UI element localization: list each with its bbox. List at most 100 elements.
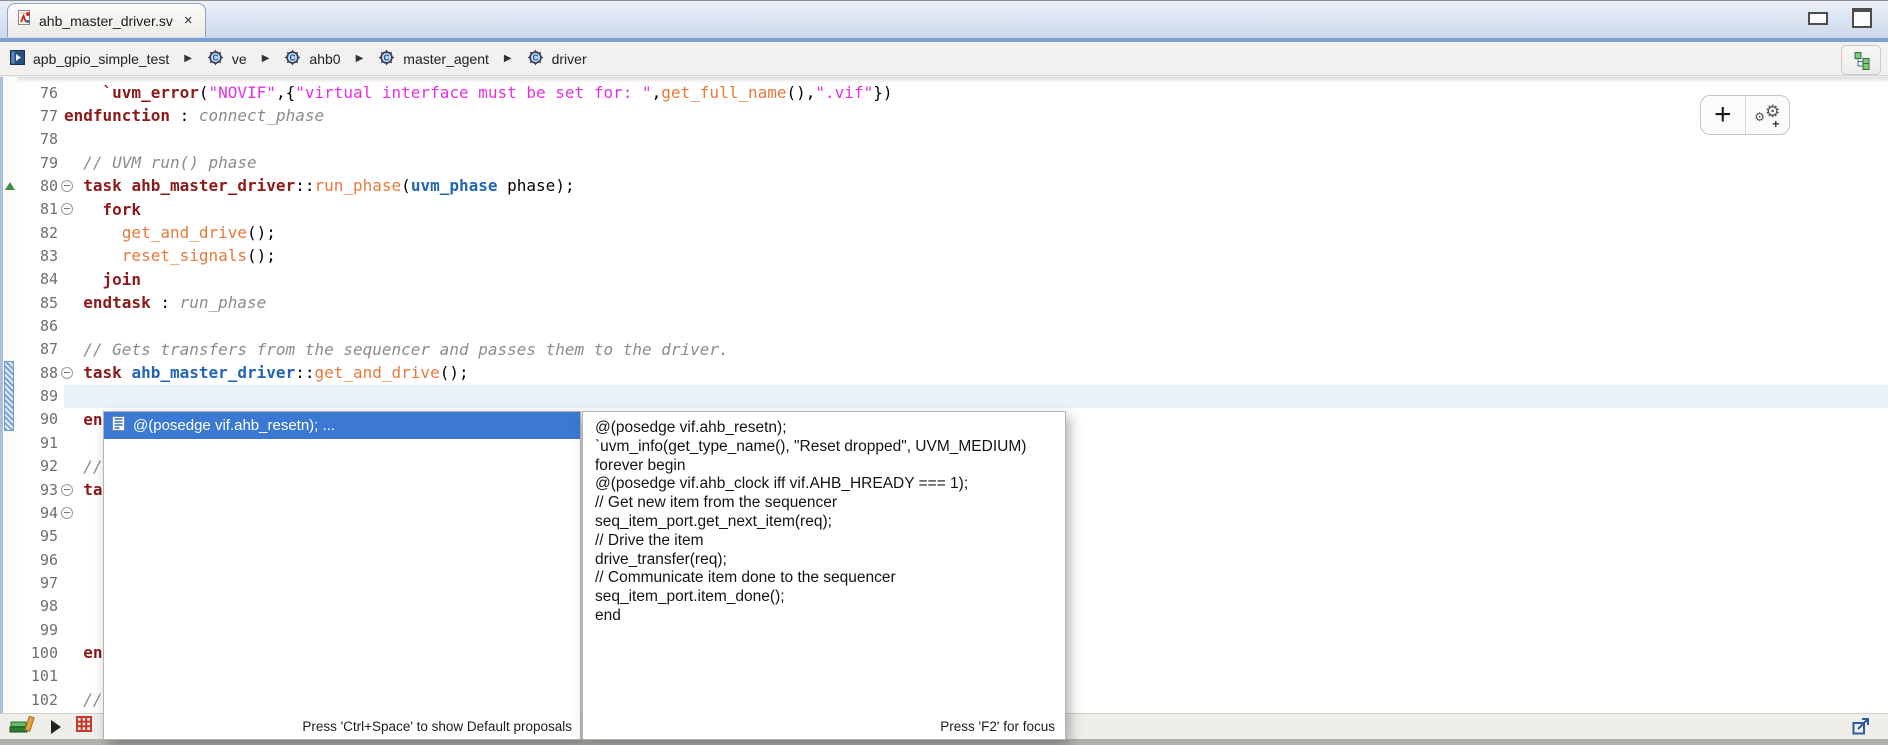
settings-gears-button[interactable]: ⚙ ⚙ + [1745, 96, 1790, 134]
red-grid-icon[interactable] [76, 716, 92, 737]
code-line[interactable]: fork [64, 198, 1888, 221]
completion-item-selected[interactable]: @(posedge vif.ahb_resetn); ... [104, 412, 580, 439]
add-button[interactable]: + [1701, 96, 1745, 134]
editor-overlay-toolbar: + ⚙ ⚙ + [1700, 95, 1790, 135]
line-number: 90 [40, 410, 58, 428]
code-token [64, 410, 83, 429]
code-line[interactable]: reset_signals(); [64, 244, 1888, 267]
code-token: }) [873, 83, 892, 102]
preview-code-line: @(posedge vif.ahb_resetn); [595, 419, 1053, 438]
code-token: // Gets transfers from the sequencer and… [64, 340, 729, 359]
line-number: 81 [40, 200, 58, 218]
code-line[interactable]: endfunction : connect_phase [64, 104, 1888, 127]
minimize-button[interactable] [1808, 12, 1828, 25]
code-token [64, 270, 103, 289]
module-icon [10, 50, 25, 68]
code-token: en [83, 410, 102, 429]
library-books-icon[interactable] [9, 715, 36, 739]
breadcrumb-item[interactable]: Cve [207, 49, 247, 69]
line-number: 79 [40, 154, 58, 172]
code-token: (), [787, 83, 816, 102]
breadcrumb-label: driver [552, 51, 587, 67]
breadcrumb-label: master_agent [403, 51, 489, 67]
breadcrumb-item[interactable]: Cmaster_agent [378, 49, 489, 69]
preview-code-line: // Get new item from the sequencer [595, 494, 1053, 513]
code-token: get_and_drive [122, 223, 247, 242]
code-token: endtask [83, 293, 150, 312]
class-icon: C [284, 49, 301, 69]
run-triangle-icon[interactable] [51, 720, 61, 734]
show-hierarchy-button[interactable] [1841, 45, 1881, 75]
code-token [64, 643, 83, 662]
code-token: ( [401, 176, 411, 195]
preview-code-line: seq_item_port.get_next_item(req); [595, 513, 1053, 532]
line-number: 84 [40, 270, 58, 288]
code-token: ( [199, 83, 209, 102]
breadcrumb-item[interactable]: Cdriver [527, 49, 587, 69]
line-number: 78 [40, 130, 58, 148]
code-token: :: [295, 363, 314, 382]
restore-editor-button[interactable] [1852, 717, 1870, 740]
code-token: ta [83, 480, 102, 499]
template-proposal-icon [112, 416, 125, 435]
maximize-button[interactable] [1852, 8, 1872, 28]
completion-item-label: @(posedge vif.ahb_resetn); ... [133, 417, 335, 434]
code-token: run_phase [314, 176, 401, 195]
code-token [64, 293, 83, 312]
line-number: 87 [40, 340, 58, 358]
class-icon: C [527, 49, 544, 69]
code-line[interactable]: `uvm_error("NOVIF",{"virtual interface m… [64, 81, 1888, 104]
tab-close-icon[interactable]: × [184, 12, 193, 29]
line-number: 77 [40, 107, 58, 125]
code-line[interactable]: endtask : run_phase [64, 291, 1888, 314]
line-number: 89 [40, 387, 58, 405]
breadcrumb-item[interactable]: apb_gpio_simple_test [10, 50, 169, 68]
breadcrumb-separator-icon: ▶ [356, 53, 364, 64]
line-number: 86 [40, 317, 58, 335]
code-token [64, 223, 122, 242]
line-number: 96 [40, 551, 58, 569]
code-line[interactable] [64, 384, 1888, 407]
code-line[interactable] [64, 314, 1888, 337]
code-token: : [151, 293, 180, 312]
class-icon: C [378, 49, 395, 69]
annotation-ruler[interactable] [3, 77, 17, 713]
breadcrumb: apb_gpio_simple_test▶Cve▶Cahb0▶Cmaster_a… [0, 42, 1888, 76]
code-token: phase); [498, 176, 575, 195]
ide-window: ahb_master_driver.sv × apb_gpio_simple_t… [0, 0, 1888, 745]
line-number: 88 [40, 364, 58, 382]
code-token [64, 200, 103, 219]
code-token: :: [295, 176, 314, 195]
restore-window-icon [1852, 717, 1870, 735]
code-token: : [170, 106, 199, 125]
code-line[interactable]: join [64, 268, 1888, 291]
breadcrumb-item[interactable]: Cahb0 [284, 49, 340, 69]
code-line[interactable]: // UVM run() phase [64, 151, 1888, 174]
line-number: 93 [40, 481, 58, 499]
code-token: "NOVIF" [209, 83, 276, 102]
breadcrumb-separator-icon: ▶ [184, 53, 192, 64]
code-token [122, 176, 132, 195]
code-line[interactable]: task ahb_master_driver::run_phase(uvm_ph… [64, 174, 1888, 197]
breadcrumb-label: ve [232, 51, 247, 67]
code-line[interactable]: get_and_drive(); [64, 221, 1888, 244]
code-token: // UVM run() phase [64, 153, 257, 172]
code-token: uvm_phase [411, 176, 498, 195]
line-number: 92 [40, 457, 58, 475]
code-line[interactable]: // Gets transfers from the sequencer and… [64, 338, 1888, 361]
editor-tab[interactable]: ahb_master_driver.sv × [7, 3, 206, 37]
code-token: (); [440, 363, 469, 382]
code-token: fork [103, 200, 142, 219]
line-number: 101 [31, 667, 58, 685]
code-token: connect_phase [199, 106, 324, 125]
code-token [64, 363, 83, 382]
gears-icon: ⚙ ⚙ + [1754, 102, 1780, 128]
code-line[interactable] [64, 128, 1888, 151]
code-token: reset_signals [122, 246, 247, 265]
completion-status-hint: Press 'Ctrl+Space' to show Default propo… [302, 719, 572, 734]
code-token: `uvm_error [103, 83, 199, 102]
code-token: ".vif" [815, 83, 873, 102]
code-line[interactable]: task ahb_master_driver::get_and_drive(); [64, 361, 1888, 384]
code-token [64, 83, 103, 102]
line-number: 76 [40, 84, 58, 102]
